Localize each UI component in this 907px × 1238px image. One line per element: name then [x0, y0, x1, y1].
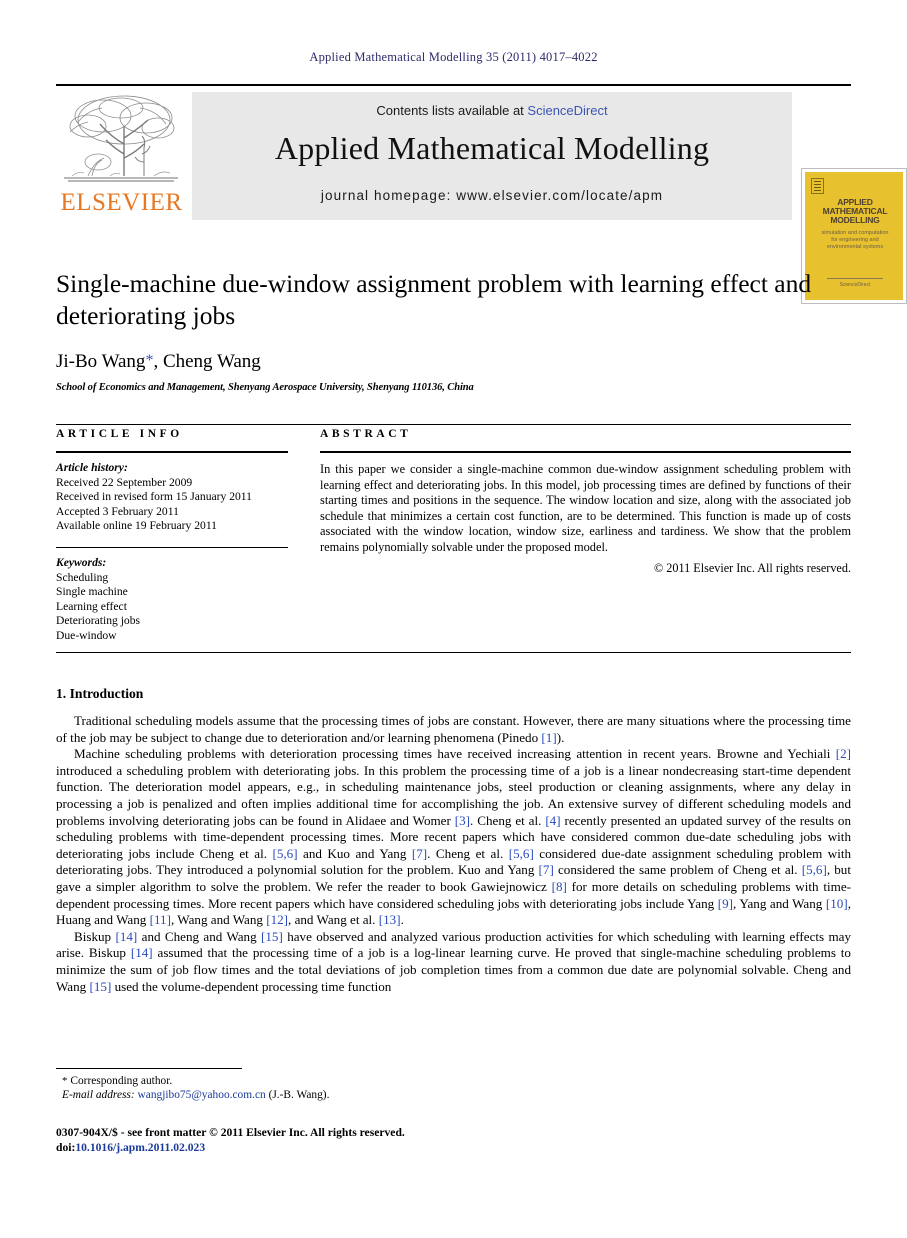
journal-homepage-line[interactable]: journal homepage: www.elsevier.com/locat… [192, 188, 792, 203]
abstract-copyright: © 2011 Elsevier Inc. All rights reserved… [654, 560, 851, 575]
body-top-rule [56, 652, 851, 653]
citation-reference[interactable]: [5,6] [802, 862, 827, 877]
article-history-item: Received in revised form 15 January 2011 [56, 490, 252, 504]
elsevier-wordmark: ELSEVIER [60, 189, 183, 216]
masthead-top-rule [56, 84, 851, 86]
contents-available-line: Contents lists available at ScienceDirec… [192, 103, 792, 118]
corresponding-author-text: Corresponding author. [70, 1075, 173, 1087]
citation-reference[interactable]: [10] [826, 896, 848, 911]
abstract-heading: ABSTRACT [320, 428, 412, 440]
journal-masthead: ELSEVIER Contents lists available at Sci… [56, 84, 907, 304]
email-owner: (J.-B. Wang). [268, 1089, 330, 1102]
citation-reference[interactable]: [7] [539, 862, 554, 877]
sciencedirect-link[interactable]: ScienceDirect [527, 103, 607, 118]
article-history-item: Received 22 September 2009 [56, 475, 193, 489]
email-note: E-mail address: wangjibo75@yahoo.com.cn … [56, 1088, 486, 1102]
page-title: Single-machine due-window assignment pro… [56, 269, 812, 330]
author-secondary: , Cheng Wang [153, 351, 261, 372]
article-history-item: Accepted 3 February 2011 [56, 504, 179, 518]
citation-reference[interactable]: [7] [412, 846, 427, 861]
citation-reference[interactable]: [14] [131, 945, 153, 960]
footnote-block: * Corresponding author. E-mail address: … [56, 1068, 486, 1103]
doi-line: doi:10.1016/j.apm.2011.02.023 [56, 1141, 576, 1156]
footnote-marker: * [62, 1075, 68, 1087]
citation-reference[interactable]: [8] [552, 879, 567, 894]
body-paragraph: Biskup [14] and Cheng and Wang [15] have… [56, 928, 852, 994]
author-primary: Ji-Bo Wang [56, 351, 146, 372]
cover-title: APPLIED MATHEMATICAL MODELLING [822, 197, 888, 225]
cover-subtitle: simulation and computation for engineeri… [821, 230, 889, 250]
contents-prefix: Contents lists available at [376, 103, 528, 118]
running-head: Applied Mathematical Modelling 35 (2011)… [309, 50, 598, 64]
masthead-panel: Contents lists available at ScienceDirec… [192, 92, 792, 220]
citation-reference[interactable]: [2] [836, 746, 851, 761]
title-block: Single-machine due-window assignment pro… [56, 268, 851, 393]
citation-reference[interactable]: [13] [379, 912, 401, 927]
keywords-label: Keywords: [56, 555, 107, 569]
article-info-heading: ARTICLE INFO [56, 428, 183, 440]
article-history-item: Available online 19 February 2011 [56, 519, 217, 533]
abstract-text: In this paper we consider a single-machi… [320, 462, 851, 554]
email-label: E-mail address: [62, 1089, 135, 1102]
paper-page: Applied Mathematical Modelling 35 (2011)… [0, 0, 907, 1238]
abstract-column: ABSTRACT In this paper we consider a sin… [320, 424, 851, 576]
doi-label: doi: [56, 1140, 76, 1154]
citation-reference[interactable]: [15] [90, 979, 112, 994]
body-region: 1. Introduction Traditional scheduling m… [56, 652, 852, 995]
keyword-item: Single machine [56, 585, 128, 599]
article-info-column: ARTICLE INFO Article history: Received 2… [56, 424, 288, 644]
keyword-item: Scheduling [56, 570, 109, 584]
section-heading-introduction: 1. Introduction [56, 686, 144, 701]
article-history-group: Article history: Received 22 September 2… [56, 461, 288, 534]
issn-front-matter: 0307-904X/$ - see front matter © 2011 El… [56, 1126, 405, 1139]
citation-reference[interactable]: [9] [718, 896, 733, 911]
article-info-separator [56, 546, 288, 548]
cover-publisher-icon [811, 178, 824, 194]
email-link[interactable]: wangjibo75@yahoo.com.cn [138, 1089, 266, 1101]
article-info-heading-rule [56, 451, 288, 453]
imprint-block: 0307-904X/$ - see front matter © 2011 El… [56, 1126, 576, 1155]
keyword-item: Learning effect [56, 599, 127, 613]
elsevier-logo: ELSEVIER [56, 92, 187, 220]
author-list: Ji-Bo Wang*, Cheng Wang [56, 349, 851, 373]
citation-reference[interactable]: [3] [455, 813, 470, 828]
body-paragraph: Machine scheduling problems with deterio… [56, 746, 852, 928]
body-paragraph: Traditional scheduling models assume tha… [56, 713, 851, 745]
journal-title: Applied Mathematical Modelling [274, 130, 710, 166]
citation-reference[interactable]: [5,6] [509, 846, 534, 861]
footnote-rule [56, 1068, 242, 1069]
doi-link[interactable]: 10.1016/j.apm.2011.02.023 [75, 1141, 205, 1154]
corresponding-author-note: * Corresponding author. [56, 1074, 486, 1088]
keyword-item: Deteriorating jobs [56, 614, 141, 628]
keyword-item: Due-window [56, 628, 117, 642]
citation-reference[interactable]: [5,6] [272, 846, 297, 861]
affiliation: School of Economics and Management, Shen… [56, 382, 474, 393]
elsevier-tree-icon [58, 92, 184, 189]
citation-reference[interactable]: [4] [545, 813, 560, 828]
citation-reference[interactable]: [15] [261, 929, 283, 944]
keywords-group: Keywords: Scheduling Single machine Lear… [56, 556, 288, 644]
citation-reference[interactable]: [12] [266, 912, 288, 927]
citation-reference[interactable]: [11] [150, 912, 171, 927]
article-history-label: Article history: [56, 461, 128, 474]
citation-reference[interactable]: [1] [541, 730, 556, 745]
abstract-heading-rule [320, 451, 851, 453]
citation-reference[interactable]: [14] [115, 929, 137, 944]
